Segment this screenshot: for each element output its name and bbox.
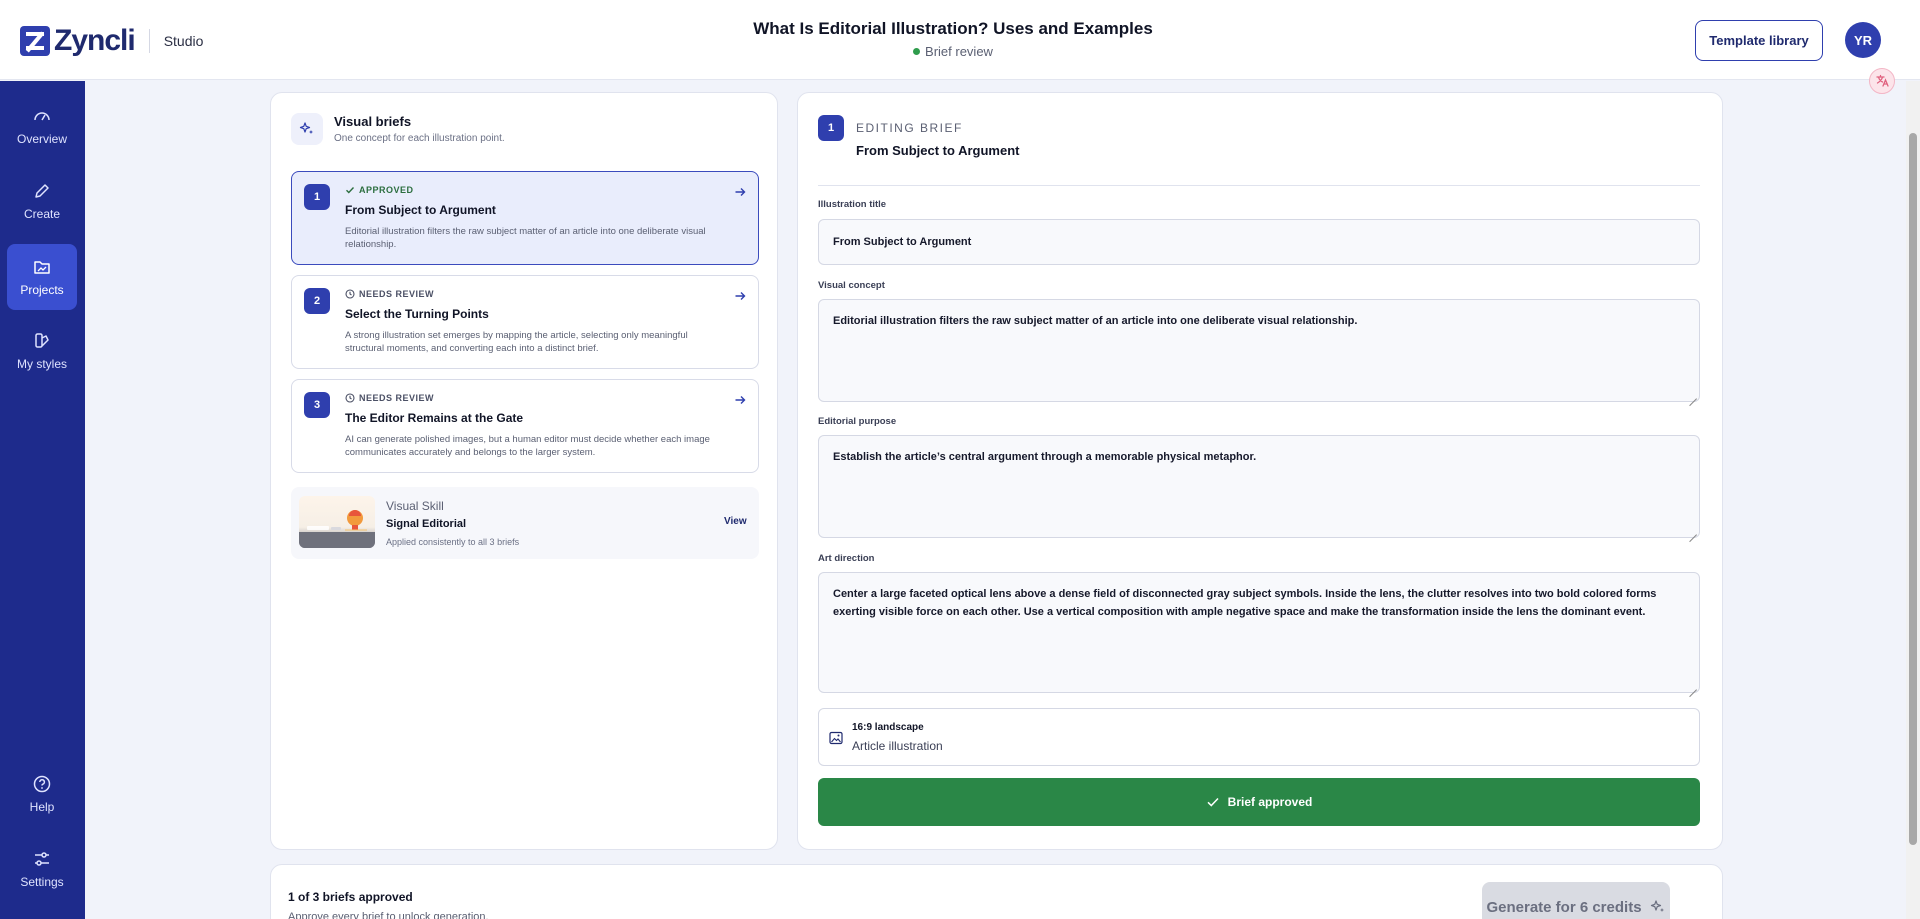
editorial-purpose-textarea[interactable]: Establish the article’s central argument… — [818, 435, 1700, 538]
generate-button[interactable]: Generate for 6 credits — [1482, 882, 1670, 919]
brief-description: A strong illustration set emerges by map… — [345, 330, 688, 354]
briefs-panel: Visual briefs One concept for each illus… — [270, 92, 778, 850]
aspect-ratio-value: 16:9 landscape — [852, 722, 924, 733]
brief-status: NEEDS REVIEW — [345, 393, 434, 403]
status-text: Brief review — [925, 44, 993, 59]
brief-title: Select the Turning Points — [345, 307, 489, 321]
editing-brief-title: From Subject to Argument — [856, 143, 1020, 158]
approval-count: 1 of 3 briefs approved — [288, 890, 413, 904]
sidebar-item-my-styles[interactable]: My styles — [7, 318, 77, 384]
brief-approved-button[interactable]: Brief approved — [818, 778, 1700, 826]
brief-card-3[interactable]: 3 NEEDS REVIEW The Editor Remains at the… — [291, 379, 759, 473]
brief-description: AI can generate polished images, but a h… — [345, 434, 710, 458]
visual-concept-textarea[interactable]: Editorial illustration filters the raw s… — [818, 299, 1700, 402]
editing-brief-kicker: EDITING BRIEF — [856, 121, 963, 135]
art-direction-textarea[interactable]: Center a large faceted optical lens abov… — [818, 572, 1700, 693]
visual-skill-card: Visual Skill Signal Editorial Applied co… — [291, 487, 759, 559]
skill-label: Visual Skill — [386, 499, 444, 513]
brief-status-text: APPROVED — [359, 185, 414, 195]
skill-subtitle: Applied consistently to all 3 briefs — [386, 537, 520, 547]
sidebar-item-overview[interactable]: Overview — [7, 93, 77, 159]
aspect-type-value: Article illustration — [852, 739, 943, 753]
brief-title: The Editor Remains at the Gate — [345, 411, 524, 425]
sidebar-label-overview: Overview — [16, 132, 67, 146]
arrow-right-icon — [735, 396, 746, 404]
illustration-title-input[interactable]: From Subject to Argument — [818, 219, 1700, 265]
generate-label: Generate for 6 credits — [1486, 898, 1642, 916]
skill-name: Signal Editorial — [386, 518, 467, 530]
brief-number: 3 — [304, 392, 330, 418]
folder-image-icon — [34, 261, 50, 274]
brief-number: 2 — [304, 288, 330, 314]
brief-approved-label: Brief approved — [1227, 795, 1313, 809]
scrollbar-thumb[interactable] — [1909, 133, 1917, 845]
pencil-icon — [35, 184, 49, 198]
brief-status-text: NEEDS REVIEW — [359, 289, 435, 299]
sidebar-item-settings[interactable]: Settings — [7, 836, 77, 902]
palette-icon — [35, 333, 49, 348]
art-direction-label: Art direction — [818, 553, 875, 564]
aspect-ratio-selector[interactable]: 16:9 landscape Article illustration — [818, 708, 1700, 766]
sidebar-label-help: Help — [29, 800, 55, 814]
clock-icon — [345, 393, 355, 403]
brief-status-text: NEEDS REVIEW — [359, 393, 435, 403]
brief-number: 1 — [304, 184, 330, 210]
resize-handle-icon[interactable] — [1689, 527, 1697, 535]
sidebar-label-projects: Projects — [20, 283, 64, 297]
resize-handle-icon[interactable] — [1689, 682, 1697, 690]
image-icon — [829, 731, 843, 745]
generation-footer: 1 of 3 briefs approved Approve every bri… — [270, 864, 1723, 919]
editorial-purpose-label: Editorial purpose — [818, 416, 897, 427]
app-header: Zyncli Studio What Is Editorial Illustra… — [0, 0, 1920, 80]
illustration-title-label: Illustration title — [818, 199, 887, 210]
editor-divider — [818, 185, 1700, 186]
skill-view-link[interactable]: View — [724, 516, 747, 527]
art-direction-text: Center a large faceted optical lens abov… — [833, 588, 1657, 618]
page-scrollbar[interactable] — [1906, 81, 1920, 919]
gauge-icon — [34, 112, 50, 121]
status-dot-icon — [913, 48, 921, 55]
avatar[interactable]: YR — [1845, 22, 1881, 58]
check-icon — [346, 187, 355, 194]
editing-brief-number: 1 — [818, 115, 844, 141]
sliders-icon — [35, 852, 49, 866]
brief-title: From Subject to Argument — [345, 203, 496, 217]
brief-status: APPROVED — [345, 185, 414, 195]
sidebar-item-help[interactable]: Help — [7, 761, 77, 827]
brief-editor-panel: 1 EDITING BRIEF From Subject to Argument… — [797, 92, 1723, 850]
sparkle-icon — [291, 113, 323, 145]
sidebar-item-create[interactable]: Create — [7, 168, 77, 234]
template-library-button[interactable]: Template library — [1695, 20, 1823, 61]
arrow-right-icon — [735, 188, 746, 196]
visual-concept-label: Visual concept — [818, 280, 885, 291]
briefs-title: Visual briefs — [334, 114, 412, 129]
skill-thumbnail — [299, 496, 375, 548]
briefs-subtitle: One concept for each illustration point. — [334, 133, 505, 144]
resize-handle-icon[interactable] — [1689, 391, 1697, 399]
sidebar-item-projects[interactable]: Projects — [7, 244, 77, 310]
brief-status: NEEDS REVIEW — [345, 289, 434, 299]
sparkle-icon — [1650, 900, 1664, 912]
arrow-right-icon — [735, 292, 746, 300]
clock-icon — [345, 289, 355, 299]
sidebar-label-my-styles: My styles — [16, 357, 67, 371]
page-title: What Is Editorial Illustration? Uses and… — [753, 19, 1153, 38]
brief-card-2[interactable]: 2 NEEDS REVIEW Select the Turning Points… — [291, 275, 759, 369]
check-icon — [1207, 797, 1219, 807]
sidebar-label-create: Create — [23, 207, 61, 221]
page-status: Brief review — [0, 44, 1906, 59]
approval-hint: Approve every brief to unlock generation… — [288, 911, 489, 919]
brief-description: Editorial illustration filters the raw s… — [345, 226, 706, 250]
brief-card-1[interactable]: 1 APPROVED From Subject to Argument Edit… — [291, 171, 759, 265]
visual-concept-text: Editorial illustration filters the raw s… — [833, 315, 1358, 327]
translate-icon[interactable] — [1869, 68, 1895, 94]
sidebar: Overview Create Projects My styles Help … — [0, 81, 85, 919]
editorial-purpose-text: Establish the article’s central argument… — [833, 451, 1257, 463]
sidebar-label-settings: Settings — [20, 875, 64, 889]
help-icon — [33, 775, 51, 793]
